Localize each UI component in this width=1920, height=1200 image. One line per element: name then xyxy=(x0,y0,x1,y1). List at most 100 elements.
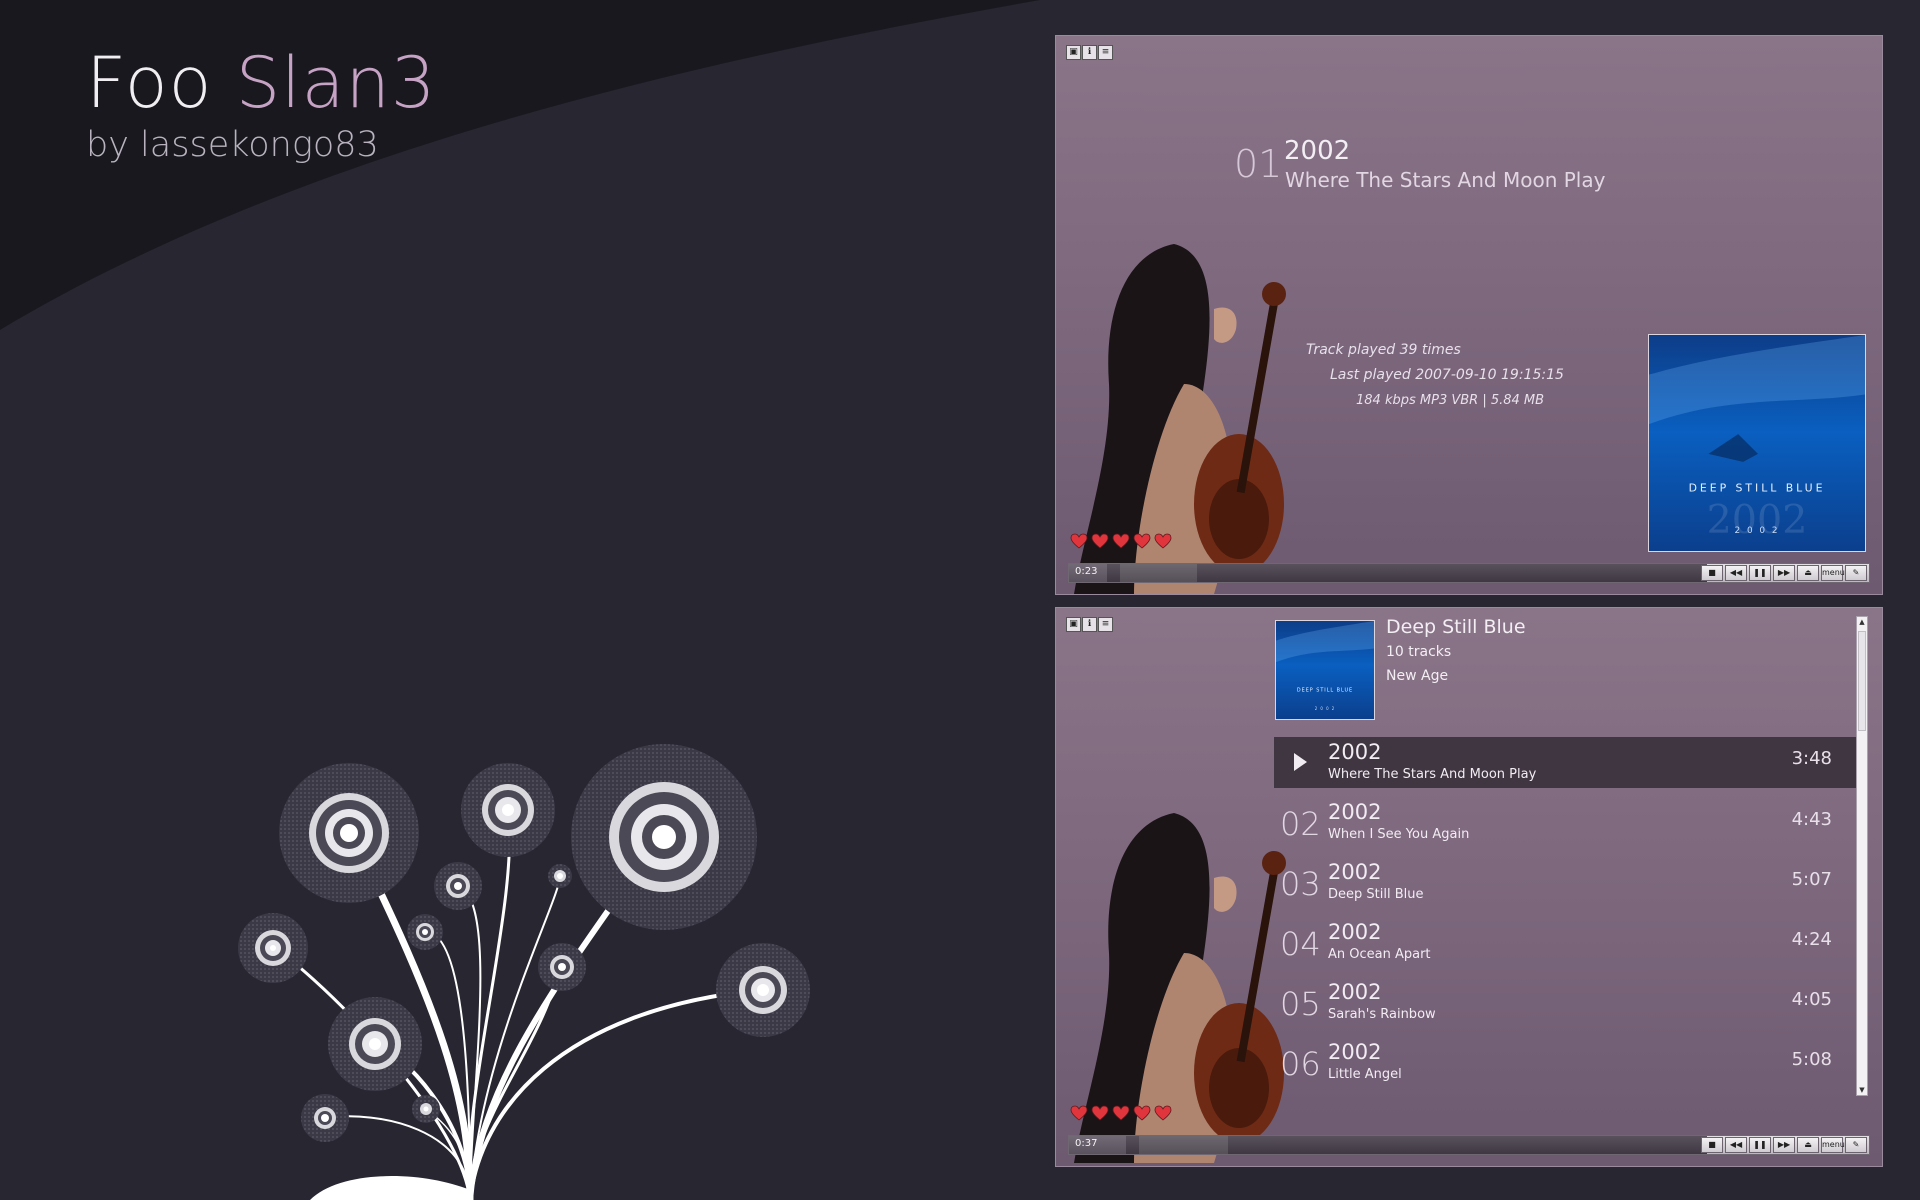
cover-title: DEEP STILL BLUE xyxy=(1297,688,1353,694)
pause-button[interactable]: ❚❚ xyxy=(1749,1137,1771,1153)
layout-button[interactable]: ▣ xyxy=(1066,617,1081,632)
track-row-title: Where The Stars And Moon Play xyxy=(1328,767,1537,782)
album-genre: New Age xyxy=(1386,668,1449,684)
brand-subtitle: by lassekongo83 xyxy=(86,125,379,165)
elapsed-time: 0:23 xyxy=(1075,566,1098,577)
heart-icon[interactable] xyxy=(1133,533,1151,549)
pause-button[interactable]: ❚❚ xyxy=(1749,565,1771,581)
heart-icon[interactable] xyxy=(1091,533,1109,549)
play-indicator-icon xyxy=(1294,753,1307,771)
track-row[interactable]: 02 2002 When I See You Again 4:43 xyxy=(1274,797,1856,857)
seek-buffer xyxy=(1139,1136,1229,1154)
track-row[interactable]: 03 2002 Deep Still Blue 5:07 xyxy=(1274,857,1856,917)
transport-controls: ■ ◀◀ ❚❚ ▶▶ ⏏ menu ✎ xyxy=(1701,1137,1867,1153)
info-button[interactable]: ℹ xyxy=(1082,617,1097,632)
track-row-title: An Ocean Apart xyxy=(1328,947,1431,962)
previous-button[interactable]: ◀◀ xyxy=(1725,565,1747,581)
track-row-number: 02 xyxy=(1280,805,1321,843)
transport-bar: 0:23 ■ ◀◀ ❚❚ ▶▶ ⏏ menu ✎ xyxy=(1068,563,1870,583)
track-year: 2002 xyxy=(1284,136,1351,166)
track-row-number: 06 xyxy=(1280,1045,1321,1083)
now-playing-panel: ▣ ℹ ≡ 01 2002 Where The Stars And Moon P… xyxy=(1055,35,1883,595)
rating-hearts[interactable] xyxy=(1070,533,1172,549)
heart-icon[interactable] xyxy=(1112,533,1130,549)
menu-button[interactable]: menu xyxy=(1821,565,1845,581)
cover-year: 2 0 0 2 xyxy=(1315,706,1336,711)
track-row-duration: 3:48 xyxy=(1791,748,1832,769)
seek-bar[interactable]: 0:23 xyxy=(1069,564,1707,582)
eject-button[interactable]: ⏏ xyxy=(1797,565,1819,581)
track-row-year: 2002 xyxy=(1328,980,1382,1004)
seek-buffer xyxy=(1120,564,1197,582)
track-row[interactable]: 05 2002 Sarah's Rainbow 4:05 xyxy=(1274,977,1856,1037)
heart-icon[interactable] xyxy=(1070,533,1088,549)
heart-icon[interactable] xyxy=(1112,1105,1130,1121)
track-row-duration: 5:07 xyxy=(1791,869,1832,890)
playlist-panel: ▣ ℹ ≡ DEEP STILL BLUE 2 0 0 2 Deep Still… xyxy=(1055,607,1883,1167)
play-count: Track played 39 times xyxy=(1306,342,1461,358)
track-row-duration: 4:24 xyxy=(1791,929,1832,950)
heart-icon[interactable] xyxy=(1154,1105,1172,1121)
cover-year: 2 0 0 2 xyxy=(1734,526,1779,536)
heart-icon[interactable] xyxy=(1091,1105,1109,1121)
list-button[interactable]: ≡ xyxy=(1098,45,1113,60)
track-row-title: When I See You Again xyxy=(1328,827,1470,842)
menu-button[interactable]: menu xyxy=(1821,1137,1845,1153)
album-cover-large: DEEP STILL BLUE 2002 2 0 0 2 xyxy=(1648,334,1866,552)
track-row-number: 05 xyxy=(1280,985,1321,1023)
track-number: 01 xyxy=(1234,142,1283,186)
track-list: 2002 Where The Stars And Moon Play 3:48 02 2… xyxy=(1274,737,1856,1097)
heart-icon[interactable] xyxy=(1070,1105,1088,1121)
list-button[interactable]: ≡ xyxy=(1098,617,1113,632)
playlist-scrollbar[interactable]: ▲ ▼ xyxy=(1856,616,1868,1096)
track-row-year: 2002 xyxy=(1328,920,1382,944)
track-row-year: 2002 xyxy=(1328,800,1382,824)
scroll-down-icon[interactable]: ▼ xyxy=(1857,1085,1867,1095)
stop-button[interactable]: ■ xyxy=(1701,565,1723,581)
track-row-number: 03 xyxy=(1280,865,1321,903)
brand-title-accent: Slan3 xyxy=(235,42,437,124)
track-row-year: 2002 xyxy=(1328,1040,1382,1064)
track-row-year: 2002 xyxy=(1328,740,1382,764)
album-cover-small: DEEP STILL BLUE 2 0 0 2 xyxy=(1275,620,1375,720)
heart-icon[interactable] xyxy=(1154,533,1172,549)
heart-icon[interactable] xyxy=(1133,1105,1151,1121)
album-track-count: 10 tracks xyxy=(1386,644,1452,660)
track-title: Where The Stars And Moon Play xyxy=(1285,168,1606,192)
next-button[interactable]: ▶▶ xyxy=(1773,1137,1795,1153)
track-row[interactable]: 2002 Where The Stars And Moon Play 3:48 xyxy=(1274,737,1856,788)
settings-button[interactable]: ✎ xyxy=(1845,1137,1867,1153)
brand-title-main: Foo xyxy=(86,42,213,124)
track-row[interactable]: 04 2002 An Ocean Apart 4:24 xyxy=(1274,917,1856,977)
rating-hearts[interactable] xyxy=(1070,1105,1172,1121)
brand-title: Foo Slan3 xyxy=(86,48,436,118)
seek-bar[interactable]: 0:37 xyxy=(1069,1136,1707,1154)
last-played: Last played 2007-09-10 19:15:15 xyxy=(1330,367,1564,383)
settings-button[interactable]: ✎ xyxy=(1845,565,1867,581)
scroll-thumb[interactable] xyxy=(1858,631,1866,731)
cover-title: DEEP STILL BLUE xyxy=(1689,482,1826,495)
tree-orbs xyxy=(238,744,810,1142)
panel-window-buttons: ▣ ℹ ≡ xyxy=(1066,45,1113,60)
previous-button[interactable]: ◀◀ xyxy=(1725,1137,1747,1153)
track-row[interactable]: 06 2002 Little Angel 5:08 xyxy=(1274,1037,1856,1097)
track-row-duration: 4:43 xyxy=(1791,809,1832,830)
track-row-year: 2002 xyxy=(1328,860,1382,884)
eject-button[interactable]: ⏏ xyxy=(1797,1137,1819,1153)
scroll-up-icon[interactable]: ▲ xyxy=(1857,617,1867,627)
elapsed-time: 0:37 xyxy=(1075,1138,1098,1149)
next-button[interactable]: ▶▶ xyxy=(1773,565,1795,581)
transport-controls: ■ ◀◀ ❚❚ ▶▶ ⏏ menu ✎ xyxy=(1701,565,1867,581)
info-button[interactable]: ℹ xyxy=(1082,45,1097,60)
track-row-number: 04 xyxy=(1280,925,1321,963)
cover-watermark: 2002 xyxy=(1707,497,1808,543)
track-row-duration: 5:08 xyxy=(1791,1049,1832,1070)
file-info: 184 kbps MP3 VBR | 5.84 MB xyxy=(1356,393,1545,408)
track-stats: Track played 39 times Last played 2007-0… xyxy=(1306,338,1606,413)
track-row-duration: 4:05 xyxy=(1791,989,1832,1010)
stop-button[interactable]: ■ xyxy=(1701,1137,1723,1153)
track-row-title: Little Angel xyxy=(1328,1067,1402,1082)
layout-button[interactable]: ▣ xyxy=(1066,45,1081,60)
panel-window-buttons: ▣ ℹ ≡ xyxy=(1066,617,1113,632)
track-row-title: Sarah's Rainbow xyxy=(1328,1007,1436,1022)
